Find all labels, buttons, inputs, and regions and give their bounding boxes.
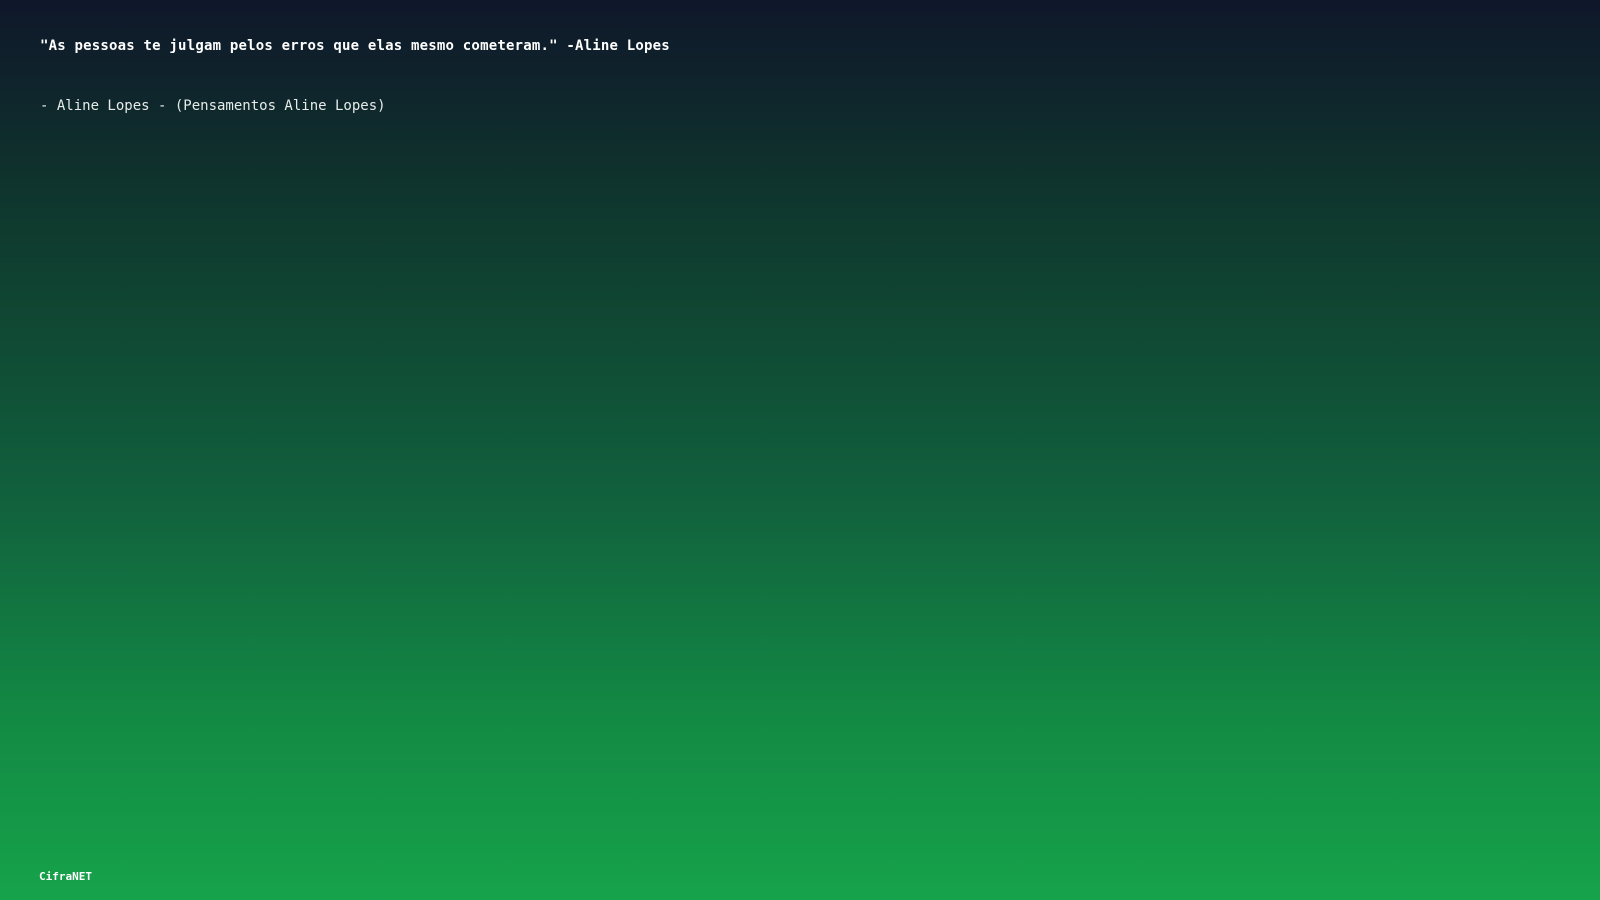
brand-logo-text: CifraNET — [39, 870, 92, 883]
quote-attribution: - Aline Lopes - (Pensamentos Aline Lopes… — [40, 98, 386, 114]
quote-text: "As pessoas te julgam pelos erros que el… — [40, 38, 670, 54]
